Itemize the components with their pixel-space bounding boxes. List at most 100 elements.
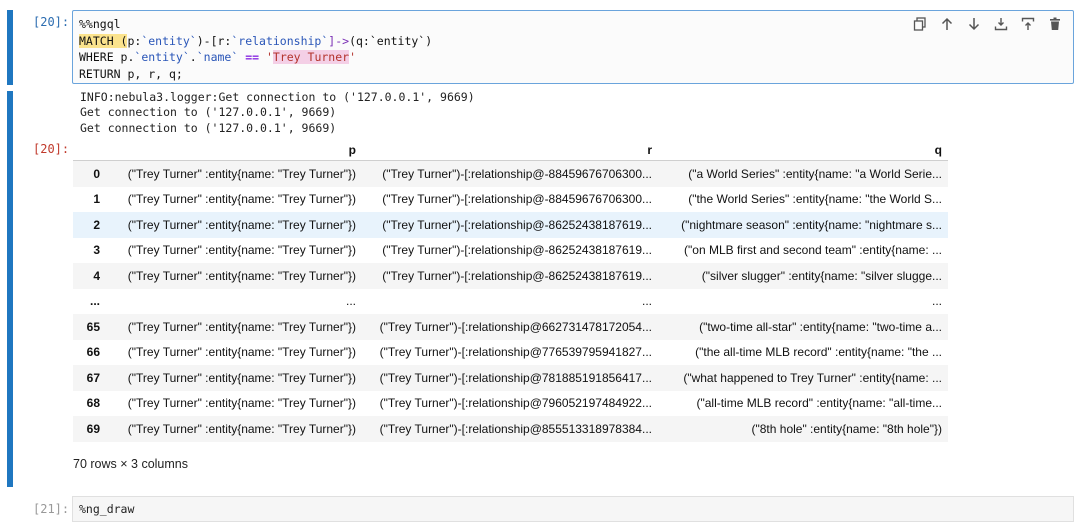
row-index: 66 [86,345,100,360]
code-editor-21[interactable]: %ng_draw [72,496,1074,522]
code-token: `entity` [134,50,190,65]
column-header-q: q [934,143,942,157]
table-row: 4 ("Trey Turner" :entity{name: "Trey Turn… [73,263,948,289]
log-line: Get connection to ('127.0.0.1', 9669) [80,120,337,135]
code-token: ' [265,50,273,65]
cell-p: ("Trey Turner" :entity{name: "Trey Turne… [127,192,356,207]
table-row: 65 ("Trey Turner" :entity{name: "Trey Tur… [73,314,948,340]
code-token: `relationship` [231,33,329,48]
row-index: 2 [93,217,100,232]
cell-p: ("Trey Turner" :entity{name: "Trey Turne… [127,396,356,411]
table-row: 69 ("Trey Turner" :entity{name: "Trey Tur… [73,416,948,442]
dataframe-output: p r q 0 ("Trey Turner" :entity{name: "Trey … [73,140,948,442]
row-index: 67 [86,370,100,385]
cell-p: ("Trey Turner" :entity{name: "Trey Turne… [127,345,356,360]
cell-r: ("Trey Turner")-[:relationship@-86252438… [382,268,652,283]
cell-r: ("Trey Turner")-[:relationship@-86252438… [382,217,652,232]
cell-p: ("Trey Turner" :entity{name: "Trey Turne… [127,166,356,181]
code-token: ) [425,33,433,48]
result-table: p r q 0 ("Trey Turner" :entity{name: "Trey … [73,140,948,442]
table-row: 1 ("Trey Turner" :entity{name: "Trey Turn… [73,187,948,213]
active-output-indicator [7,91,13,487]
table-row: 0 ("Trey Turner" :entity{name: "Trey Turn… [73,160,948,187]
cell-q: ("8th hole" :entity{name: "8th hole"}) [751,421,943,436]
move-up-icon[interactable] [939,16,955,32]
code-token: `name` [196,50,239,65]
code-token: )-[r: [196,33,232,48]
cell-p: ("Trey Turner" :entity{name: "Trey Turne… [127,217,356,232]
table-row: ............ [73,289,948,315]
row-index: 3 [93,243,100,258]
column-header-p: p [348,143,356,157]
output-prompt: [20]: [33,142,70,156]
cell-q: ("the World Series" :entity{name: "the W… [688,192,942,207]
row-index: 1 [93,192,100,207]
input-prompt: [20]: [33,15,70,29]
code-content[interactable]: %%ngql MATCH (p:`entity`)-[r:`relationsh… [79,16,432,83]
cell-p: ("Trey Turner" :entity{name: "Trey Turne… [127,319,356,334]
stdout-log: INFO:nebula3.logger:Get connection to ('… [80,90,475,136]
cell-q: ("all-time MLB record" :entity{name: "al… [696,396,942,411]
cell-r: ("Trey Turner")-[:relationship@662731478… [379,319,652,334]
duplicate-icon[interactable] [912,16,928,32]
code-token: == [238,50,266,65]
table-body: 0 ("Trey Turner" :entity{name: "Trey Turn… [73,160,948,442]
row-index: 65 [86,319,100,334]
row-index: 68 [86,396,100,411]
row-index: 69 [86,421,100,436]
insert-above-icon[interactable] [993,16,1009,32]
row-index: 0 [93,166,100,181]
cell-p: ("Trey Turner" :entity{name: "Trey Turne… [127,268,356,283]
cell-r: ... [641,294,652,309]
code-token: (q: [349,33,370,48]
move-down-icon[interactable] [966,16,982,32]
code-token: p: [127,33,142,48]
cell-q: ... [931,294,942,309]
code-token: ' [349,50,357,65]
row-index: ... [89,294,100,309]
code-line-ng-draw[interactable]: %ng_draw [79,502,134,516]
code-line-magic: %%ngql [79,17,121,31]
table-row: 66 ("Trey Turner" :entity{name: "Trey Tur… [73,340,948,366]
code-token: `entity` [369,33,426,48]
match-keyword: MATCH ( [79,33,128,48]
insert-below-icon[interactable] [1020,16,1036,32]
table-row: 3 ("Trey Turner" :entity{name: "Trey Turn… [73,238,948,264]
cell-q: ("what happened to Trey Turner" :entity{… [683,370,942,385]
cell-r: ("Trey Turner")-[:relationship@855513318… [379,421,652,436]
code-token: ]-> [328,33,350,48]
cell-q: ("a World Series" :entity{name: "a World… [688,166,942,181]
cell-q: ("two-time all-star" :entity{name: "two-… [699,319,942,334]
delete-icon[interactable] [1047,16,1063,32]
cell-r: ("Trey Turner")-[:relationship@-88459676… [382,192,652,207]
table-header-row: prq [73,140,948,161]
table-row: 68 ("Trey Turner" :entity{name: "Trey Tur… [73,391,948,417]
cell-toolbar [912,16,1063,32]
log-line: INFO:nebula3.logger:Get connection to ('… [80,90,475,104]
cell-p: ("Trey Turner" :entity{name: "Trey Turne… [127,370,356,385]
active-cell-indicator [7,10,13,85]
table-row: 2 ("Trey Turner" :entity{name: "Trey Turn… [73,212,948,238]
cell-q: ("the all-time MLB record" :entity{name:… [695,345,942,360]
cell-p: ("Trey Turner" :entity{name: "Trey Turne… [127,243,356,258]
code-editor[interactable]: %%ngql MATCH (p:`entity`)-[r:`relationsh… [72,10,1074,84]
cell-p: ... [345,294,356,309]
code-line-where: WHERE p.`entity`.`name` == 'Trey Turner' [79,50,357,65]
code-token: . [189,50,197,65]
dataframe-shape: 70 rows × 3 columns [73,457,188,471]
cell-q: ("silver slugger" :entity{name: "silver … [701,268,942,283]
cell-r: ("Trey Turner")-[:relationship@796052197… [379,396,652,411]
string-literal: Trey Turner [272,50,350,65]
cell-r: ("Trey Turner")-[:relationship@-88459676… [382,166,652,181]
row-index: 4 [93,268,100,283]
cell-r: ("Trey Turner")-[:relationship@-86252438… [382,243,652,258]
table-row: 67 ("Trey Turner" :entity{name: "Trey Tur… [73,365,948,391]
cell-r: ("Trey Turner")-[:relationship@776539795… [379,345,652,360]
cell-q: ("on MLB first and second team" :entity{… [684,243,942,258]
cell-p: ("Trey Turner" :entity{name: "Trey Turne… [127,421,356,436]
log-line: Get connection to ('127.0.0.1', 9669) [80,105,337,120]
index-header [73,140,106,161]
code-token: `entity` [141,33,197,48]
cell-r: ("Trey Turner")-[:relationship@781885191… [379,370,652,385]
code-line-return: RETURN p, r, q; [79,67,183,82]
